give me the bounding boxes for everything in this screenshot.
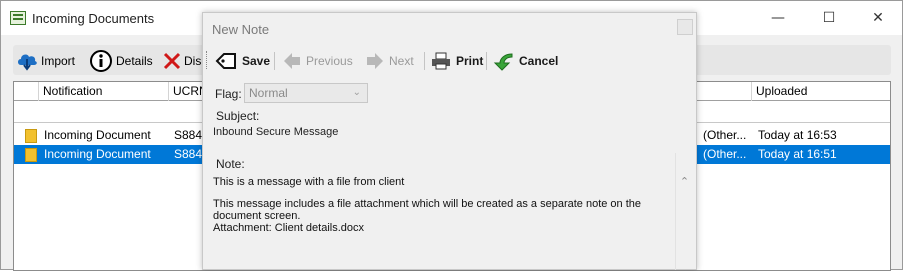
red-x-icon [163, 52, 181, 70]
details-button[interactable]: Details [89, 50, 153, 72]
arrow-left-icon [284, 53, 300, 69]
document-folder-icon [25, 148, 37, 162]
column-notification[interactable]: Notification [38, 82, 168, 101]
tag-save-icon [215, 53, 236, 69]
flag-select[interactable]: Normal ⌄ [244, 83, 368, 103]
document-folder-icon [25, 129, 37, 143]
note-line: Attachment: Client details.docx [213, 222, 365, 234]
toolbar-separator [274, 52, 275, 70]
note-text-area[interactable]: This is a message with a file from clien… [213, 176, 673, 234]
note-scrollbar-track[interactable] [675, 153, 676, 270]
green-arrow-back-icon [493, 53, 513, 71]
dialog-toolbar: Save Previous Next Print Cancel [203, 45, 696, 75]
toolbar-separator [486, 52, 487, 70]
dismiss-label: Dis [184, 54, 202, 68]
info-icon [90, 50, 112, 72]
save-button[interactable]: Save [215, 50, 270, 72]
arrow-right-icon [367, 53, 383, 69]
cancel-label: Cancel [519, 54, 559, 68]
column-uploaded[interactable]: Uploaded [751, 82, 890, 101]
subject-label: Subject: [216, 109, 260, 123]
next-button[interactable]: Next [366, 50, 414, 72]
print-button[interactable]: Print [431, 50, 483, 72]
cancel-button[interactable]: Cancel [492, 50, 558, 72]
save-label: Save [242, 54, 271, 68]
subject-value[interactable]: Inbound Secure Message [213, 126, 338, 138]
import-label: Import [41, 54, 76, 68]
close-button[interactable]: ✕ [863, 7, 893, 29]
flag-label: Flag: [215, 87, 242, 101]
note-label: Note: [216, 157, 245, 171]
toolbar-separator [424, 52, 425, 70]
cloud-download-icon [18, 54, 37, 71]
app-icon [10, 11, 26, 25]
next-label: Next [389, 54, 414, 68]
details-label: Details [116, 54, 153, 68]
note-line: This is a message with a file from clien… [213, 176, 405, 188]
window-title: Incoming Documents [32, 11, 155, 26]
row-notification: Incoming Document [44, 128, 151, 142]
printer-icon [432, 52, 450, 70]
minimize-button[interactable]: — [763, 7, 793, 29]
flag-value: Normal [249, 86, 288, 100]
new-note-dialog: New Note Save Previous Next Print Cancel… [202, 12, 697, 270]
toolbar-grip[interactable] [206, 51, 209, 69]
row-other: (Other... [703, 128, 747, 142]
import-button[interactable]: Import [16, 50, 75, 72]
dialog-title: New Note [212, 22, 270, 37]
row-notification: Incoming Document [44, 147, 151, 161]
previous-button[interactable]: Previous [283, 50, 353, 72]
row-uploaded: Today at 16:53 [758, 128, 837, 142]
dialog-close-button[interactable] [677, 19, 693, 35]
chevron-down-icon: ⌄ [352, 87, 361, 98]
print-label: Print [456, 54, 484, 68]
row-other: (Other... [703, 147, 747, 161]
dismiss-button[interactable]: Dis [163, 50, 201, 72]
maximize-button[interactable]: ☐ [814, 7, 844, 29]
scroll-up-icon[interactable]: ⌃ [676, 175, 693, 189]
row-uploaded: Today at 16:51 [758, 147, 837, 161]
note-line: document screen. [213, 210, 301, 222]
previous-label: Previous [306, 54, 353, 68]
note-line: This message includes a file attachment … [213, 198, 642, 210]
